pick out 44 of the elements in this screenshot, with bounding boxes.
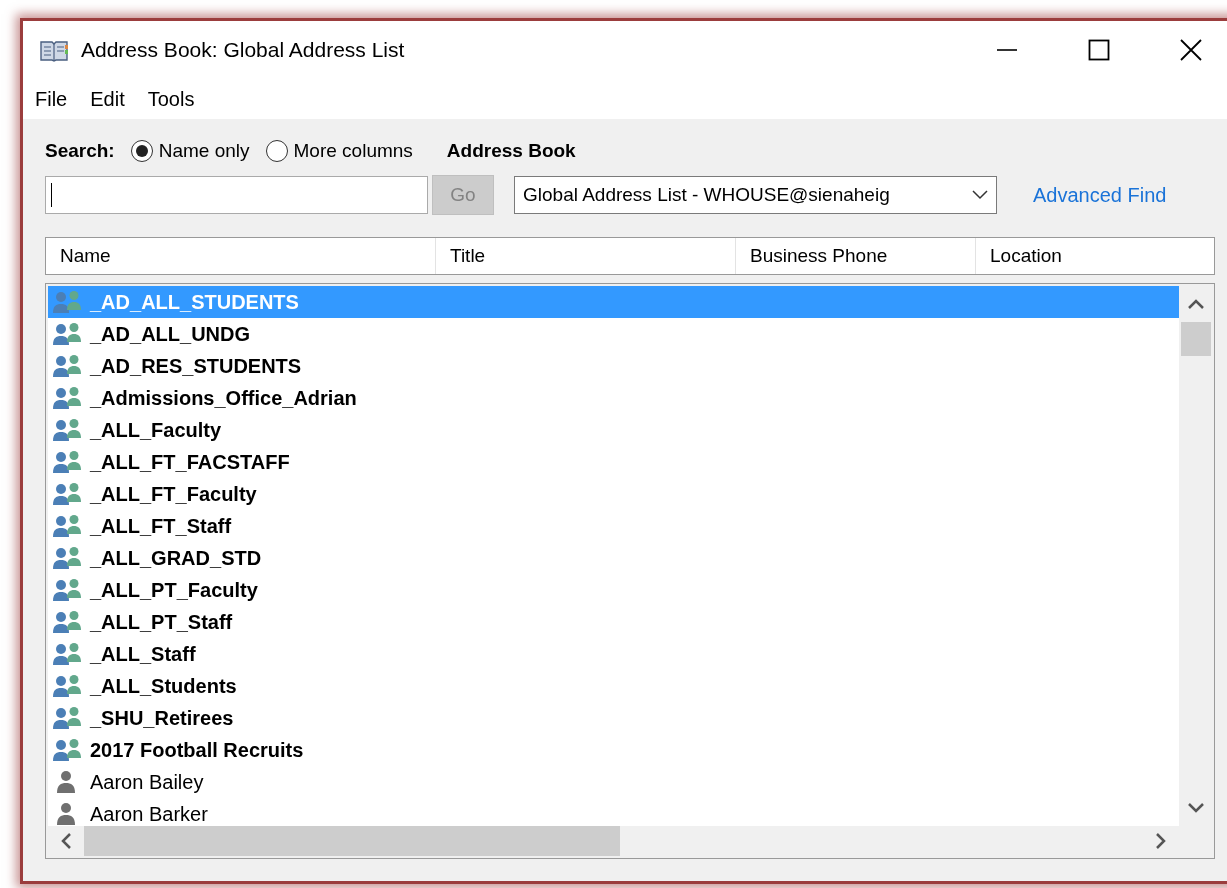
menu-item[interactable]: Tools (147, 87, 208, 111)
scroll-down-icon[interactable] (1187, 802, 1204, 814)
address-book-icon (39, 38, 69, 62)
list-row[interactable]: 2017 Football Recruits (48, 734, 1179, 766)
list-row[interactable]: _SHU_Retirees (48, 702, 1179, 734)
advanced-find-link[interactable]: Advanced Find (1033, 183, 1167, 207)
list-row[interactable]: Aaron Barker (48, 798, 1179, 826)
menu-item[interactable]: Edit (90, 87, 138, 111)
list-row[interactable]: _AD_RES_STUDENTS (48, 350, 1179, 382)
list-row[interactable]: _AD_ALL_UNDG (48, 318, 1179, 350)
search-label: Search: (45, 140, 115, 162)
maximize-icon (1088, 39, 1110, 61)
radio-label[interactable]: Name only (158, 140, 250, 162)
minimize-icon (996, 49, 1018, 51)
scroll-thumb[interactable] (1180, 322, 1211, 356)
column-header[interactable]: Business Phone (736, 238, 976, 274)
column-header[interactable]: Name (46, 238, 436, 274)
radio-label[interactable]: More columns (293, 140, 413, 162)
scroll-right-icon[interactable] (1155, 833, 1167, 849)
radio-button[interactable] (265, 140, 288, 162)
radio-button[interactable] (130, 140, 153, 162)
window-title: Address Book: Global Address List (81, 38, 406, 62)
list-row[interactable]: _ALL_FT_Staff (48, 510, 1179, 542)
scroll-left-icon[interactable] (60, 833, 72, 849)
column-header[interactable]: Title (436, 238, 736, 274)
list-row[interactable]: _ALL_Faculty (48, 414, 1179, 446)
list-row[interactable]: _ALL_FT_Faculty (48, 478, 1179, 510)
list-row[interactable]: Aaron Bailey (48, 766, 1179, 798)
scroll-thumb[interactable] (84, 826, 620, 856)
list-row[interactable]: _ALL_GRAD_STD (48, 542, 1179, 574)
list-row[interactable]: _Admissions_Office_Adrian (48, 382, 1179, 414)
close-icon (1180, 39, 1202, 61)
list-row[interactable]: _ALL_PT_Faculty (48, 574, 1179, 606)
list-row[interactable]: _ALL_FT_FACSTAFF (48, 446, 1179, 478)
address-book-dropdown[interactable]: Global Address List - WHOUSE@sienaheig (514, 176, 997, 214)
list-row[interactable]: _ALL_Staff (48, 638, 1179, 670)
scroll-up-icon[interactable] (1187, 298, 1204, 310)
chevron-down-icon (972, 190, 988, 200)
list-row[interactable]: _ALL_Students (48, 670, 1179, 702)
menu-item[interactable]: File (35, 87, 81, 111)
list-row[interactable]: _ALL_PT_Staff (48, 606, 1179, 638)
address-book-label: Address Book (446, 140, 576, 162)
search-field[interactable] (45, 176, 428, 214)
column-header[interactable]: Location (976, 238, 1214, 274)
